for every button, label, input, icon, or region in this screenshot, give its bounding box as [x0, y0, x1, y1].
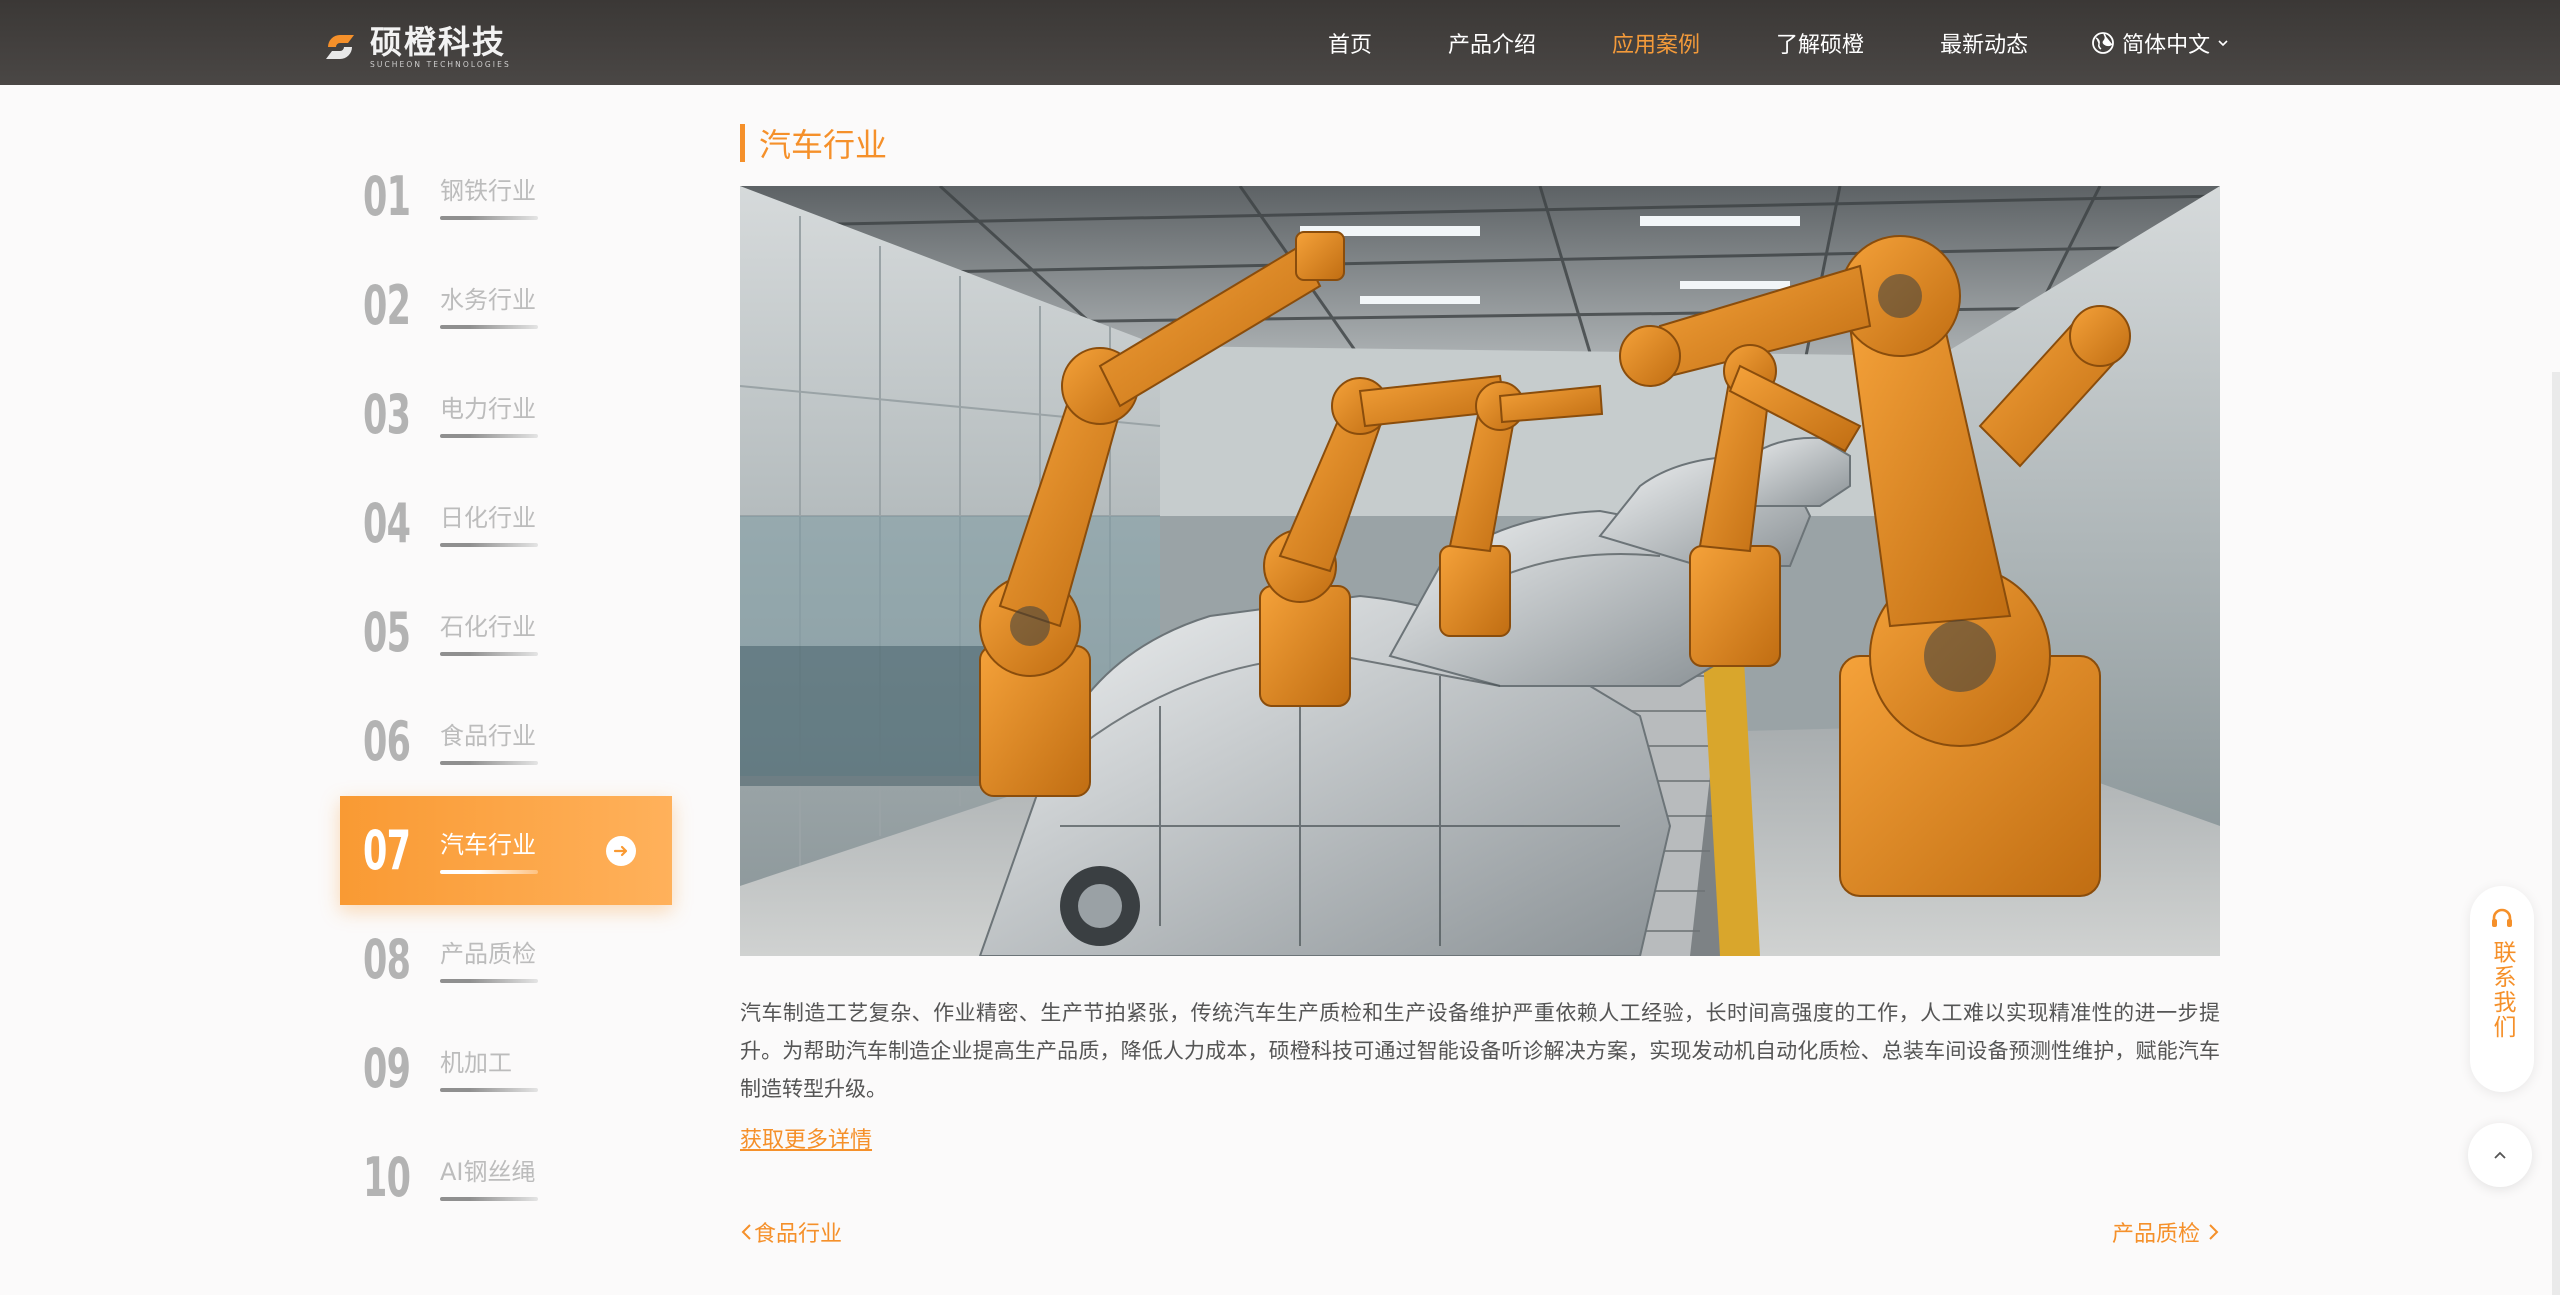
- language-label: 简体中文: [2122, 32, 2211, 58]
- sidebar-item-label: 产品质检: [440, 939, 536, 968]
- sidebar-item-water[interactable]: 02 水务行业: [340, 251, 672, 360]
- sidebar-item-quality-inspection[interactable]: 08 产品质检: [340, 905, 672, 1014]
- prev-case-label: 食品行业: [754, 1222, 843, 1247]
- sidebar-item-automotive[interactable]: 07 汽车行业: [340, 796, 672, 905]
- section-title: 汽车行业: [740, 124, 2220, 164]
- next-case-label: 产品质检: [2111, 1222, 2200, 1247]
- nav-item-products[interactable]: 产品介绍: [1448, 27, 1536, 59]
- sidebar-item-underline: [440, 978, 538, 983]
- sidebar-item-label: 食品行业: [440, 721, 536, 750]
- sidebar-item-number: 06: [363, 710, 411, 773]
- hero-image: [740, 186, 2220, 956]
- sidebar-item-label: 机加工: [440, 1048, 512, 1077]
- nav-item-news[interactable]: 最新动态: [1940, 27, 2028, 59]
- case-description: 汽车制造工艺复杂、作业精密、生产节拍紧张，传统汽车生产质检和生产设备维护严重依赖…: [740, 1001, 2220, 1101]
- contact-us-button[interactable]: 联系我们: [2470, 886, 2534, 1092]
- sidebar-item-ai-wire-rope[interactable]: 10 AI钢丝绳: [340, 1123, 672, 1232]
- sidebar-item-label: 汽车行业: [440, 830, 536, 859]
- back-to-top-button[interactable]: [2468, 1123, 2532, 1187]
- logo-name: 硕橙科技: [370, 22, 507, 61]
- factory-robots-illustration: [740, 186, 2220, 956]
- sidebar-item-number: 08: [363, 928, 411, 991]
- top-header: 硕橙科技 SUCHEON TECHNOLOGIES 首页 产品介绍 应用案例 了…: [0, 0, 2560, 85]
- more-details-link[interactable]: 获取更多详情: [740, 1122, 872, 1154]
- chevron-down-icon: [2218, 39, 2228, 46]
- sidebar-item-power[interactable]: 03 电力行业: [340, 360, 672, 469]
- scrollbar[interactable]: [2552, 372, 2560, 1295]
- sidebar-item-underline: [440, 433, 538, 438]
- logo-mark-icon: [318, 27, 362, 67]
- next-case-link[interactable]: 产品质检: [2112, 1216, 2220, 1248]
- sidebar-item-petrochemical[interactable]: 05 石化行业: [340, 578, 672, 687]
- sidebar-item-label: 电力行业: [440, 394, 536, 423]
- main-nav: 首页 产品介绍 应用案例 了解硕橙 最新动态 简体中文: [1328, 0, 2238, 85]
- sidebar-item-number: 10: [363, 1146, 411, 1209]
- logo-subtitle: SUCHEON TECHNOLOGIES: [370, 59, 511, 69]
- language-selector[interactable]: 简体中文: [2092, 27, 2238, 59]
- nav-item-cases[interactable]: 应用案例: [1612, 27, 1700, 59]
- chevron-up-icon: [2494, 1151, 2506, 1159]
- nav-item-home[interactable]: 首页: [1328, 27, 1372, 59]
- sidebar-item-machining[interactable]: 09 机加工: [340, 1014, 672, 1123]
- sidebar-item-underline: [440, 869, 538, 874]
- sidebar-item-underline: [440, 1196, 538, 1201]
- headset-icon: [2492, 908, 2512, 927]
- sidebar-item-food[interactable]: 06 食品行业: [340, 687, 672, 796]
- sidebar-item-label: 钢铁行业: [440, 176, 536, 205]
- sidebar-item-label: 日化行业: [440, 503, 536, 532]
- sidebar-item-underline: [440, 1087, 538, 1092]
- sidebar-item-number: 04: [363, 492, 411, 555]
- sidebar-item-number: 02: [363, 274, 411, 337]
- arrow-right-icon: [606, 835, 636, 866]
- sidebar-item-underline: [440, 651, 538, 656]
- sidebar-item-number: 09: [363, 1037, 411, 1100]
- sidebar-item-steel[interactable]: 01 钢铁行业: [340, 142, 672, 251]
- case-content: 汽车行业 汽车制造工艺复杂、作业精密、生产节拍紧张，传统汽车生产质检和生产设备维…: [740, 124, 2220, 1247]
- chevron-right-icon: [2209, 1224, 2219, 1240]
- case-pager: 食品行业 产品质检: [740, 1216, 2220, 1248]
- sidebar-item-underline: [440, 542, 538, 547]
- sidebar-item-underline: [440, 324, 538, 329]
- chevron-left-icon: [741, 1224, 751, 1240]
- sidebar-item-label: 水务行业: [440, 285, 536, 314]
- page-title: 汽车行业: [759, 126, 888, 164]
- brand-logo[interactable]: 硕橙科技 SUCHEON TECHNOLOGIES: [318, 24, 511, 70]
- title-accent-bar: [740, 124, 745, 162]
- globe-icon: [2092, 31, 2114, 54]
- sidebar-item-underline: [440, 760, 538, 765]
- nav-item-about[interactable]: 了解硕橙: [1776, 27, 1864, 59]
- sidebar-item-number: 03: [363, 383, 411, 446]
- sidebar-item-label: AI钢丝绳: [440, 1157, 536, 1186]
- sidebar-item-label: 石化行业: [440, 612, 536, 641]
- sidebar-item-number: 07: [363, 819, 411, 882]
- sidebar-item-number: 05: [363, 601, 411, 664]
- industry-sidebar: 01 钢铁行业 02 水务行业 03 电力行业 04 日化行业 05 石化行业 …: [340, 142, 672, 1232]
- prev-case-link[interactable]: 食品行业: [740, 1216, 842, 1248]
- sidebar-item-daily-chemical[interactable]: 04 日化行业: [340, 469, 672, 578]
- sidebar-item-underline: [440, 215, 538, 220]
- sidebar-item-number: 01: [363, 165, 411, 228]
- contact-us-label: 联系我们: [2489, 940, 2515, 1040]
